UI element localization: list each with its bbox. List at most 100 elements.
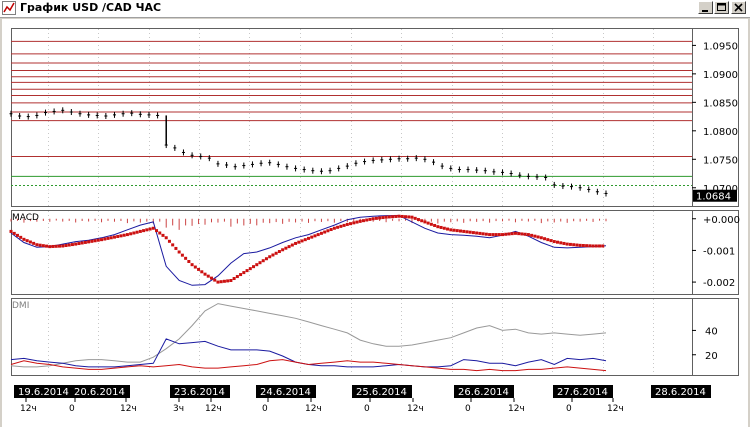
hour-label: 0 (69, 404, 75, 414)
macd-signal-point (329, 228, 333, 232)
macd-signal-point (248, 267, 252, 271)
macd-signal-point (462, 229, 466, 233)
macd-signal-point (103, 237, 107, 241)
macd-signal-point (277, 250, 281, 254)
macd-signal-point (523, 232, 527, 236)
macd-signal-point (174, 246, 178, 250)
title-bar: График USD /CAD ЧАС (0, 0, 750, 18)
macd-signal-point (391, 215, 395, 219)
current-price-value: 1.0684 (696, 192, 731, 203)
close-button[interactable] (731, 1, 746, 14)
macd-signal-point (352, 221, 356, 225)
macd-signal-point (67, 243, 71, 247)
macd-signal-point (384, 215, 388, 219)
macd-signal-point (9, 229, 13, 233)
macd-signal-point (193, 265, 197, 269)
macd-signal-point (28, 240, 32, 244)
macd-signal-point (452, 228, 456, 232)
macd-signal-point (342, 223, 346, 227)
price-y-tick: 1.0950 (703, 41, 738, 52)
macd-signal-point (213, 278, 217, 282)
macd-signal-point (361, 219, 365, 223)
macd-signal-point (22, 237, 26, 241)
macd-signal-point (203, 272, 207, 276)
macd-signal-point (365, 218, 369, 222)
macd-signal-point (468, 230, 472, 234)
macd-signal-point (601, 244, 605, 248)
macd-signal-point (446, 227, 450, 231)
macd-signal-point (271, 253, 275, 257)
hour-label: 12ч (205, 404, 222, 414)
macd-signal-point (161, 233, 165, 237)
macd-signal-point (552, 240, 556, 244)
macd-signal-point (209, 276, 213, 280)
macd-signal-point (32, 241, 36, 245)
macd-signal-point (533, 234, 537, 238)
macd-signal-point (74, 242, 78, 246)
macd-signal-point (594, 244, 598, 248)
macd-signal-point (255, 263, 259, 267)
macd-signal-point (297, 240, 301, 244)
date-label: 28.6.2014 (655, 387, 706, 398)
macd-signal-point (471, 231, 475, 235)
dmi-panel-label: DMI (12, 301, 29, 311)
hour-label: 12ч (120, 404, 137, 414)
macd-signal-point (252, 265, 256, 269)
macd-signal-point (80, 241, 84, 245)
macd-signal-point (420, 219, 424, 223)
macd-signal-point (465, 230, 469, 234)
macd-signal-point (58, 244, 62, 248)
macd-signal-point (494, 233, 498, 237)
macd-signal-point (235, 275, 239, 279)
macd-signal-point (274, 251, 278, 255)
macd-signal-point (416, 218, 420, 222)
macd-signal-point (546, 238, 550, 242)
chart-area[interactable]: 1.0950 1.0900 1.0850 1.0800 1.0750 1.0700 1.06… (2, 19, 748, 427)
macd-signal-point (407, 215, 411, 219)
macd-signal-point (520, 232, 524, 236)
macd-signal-point (180, 253, 184, 257)
chart-canvas[interactable]: 1.09501.09001.08501.08001.07501.07001.06… (2, 19, 748, 427)
macd-signal-point (294, 241, 298, 245)
maximize-button[interactable] (714, 1, 729, 14)
hour-label: 12ч (607, 404, 624, 414)
minimize-button[interactable] (698, 1, 713, 14)
macd-signal-point (184, 256, 188, 260)
macd-signal-point (345, 222, 349, 226)
macd-signal-point (245, 269, 249, 273)
macd-signal-point (229, 279, 233, 282)
panel-frame-2 (11, 298, 739, 376)
macd-signal-point (374, 216, 378, 220)
macd-signal-point (488, 233, 492, 237)
hour-label: 12ч (508, 404, 525, 414)
macd-signal-point (64, 244, 68, 248)
macd-signal-point (481, 232, 485, 236)
macd-signal-point (284, 246, 288, 250)
macd-signal-point (339, 224, 343, 228)
hour-label: 0 (465, 404, 471, 414)
macd-signal-point (355, 220, 359, 224)
macd-signal-point (135, 230, 139, 234)
macd-signal-point (112, 235, 116, 239)
date-label: 20.6.2014 (74, 387, 125, 398)
macd-signal-point (323, 230, 327, 234)
macd-signal-point (517, 232, 521, 236)
macd-signal-point (38, 243, 42, 247)
macd-signal-point (510, 232, 514, 236)
date-label: 27.6.2014 (557, 387, 608, 398)
macd-signal-point (287, 245, 291, 249)
price-y-tick: 1.0850 (703, 98, 738, 109)
macd-signal-point (562, 241, 566, 245)
macd-signal-point (513, 231, 517, 235)
hour-label: 12ч (20, 404, 37, 414)
macd-signal-point (138, 229, 142, 233)
macd-signal-point (539, 236, 543, 240)
macd-signal-point (158, 231, 162, 235)
macd-signal-point (48, 245, 52, 249)
maximize-icon (717, 3, 726, 11)
macd-signal-point (219, 280, 223, 284)
macd-signal-point (455, 229, 459, 233)
hour-label: 0 (566, 404, 572, 414)
macd-signal-point (568, 242, 572, 246)
macd-signal-point (190, 263, 194, 267)
